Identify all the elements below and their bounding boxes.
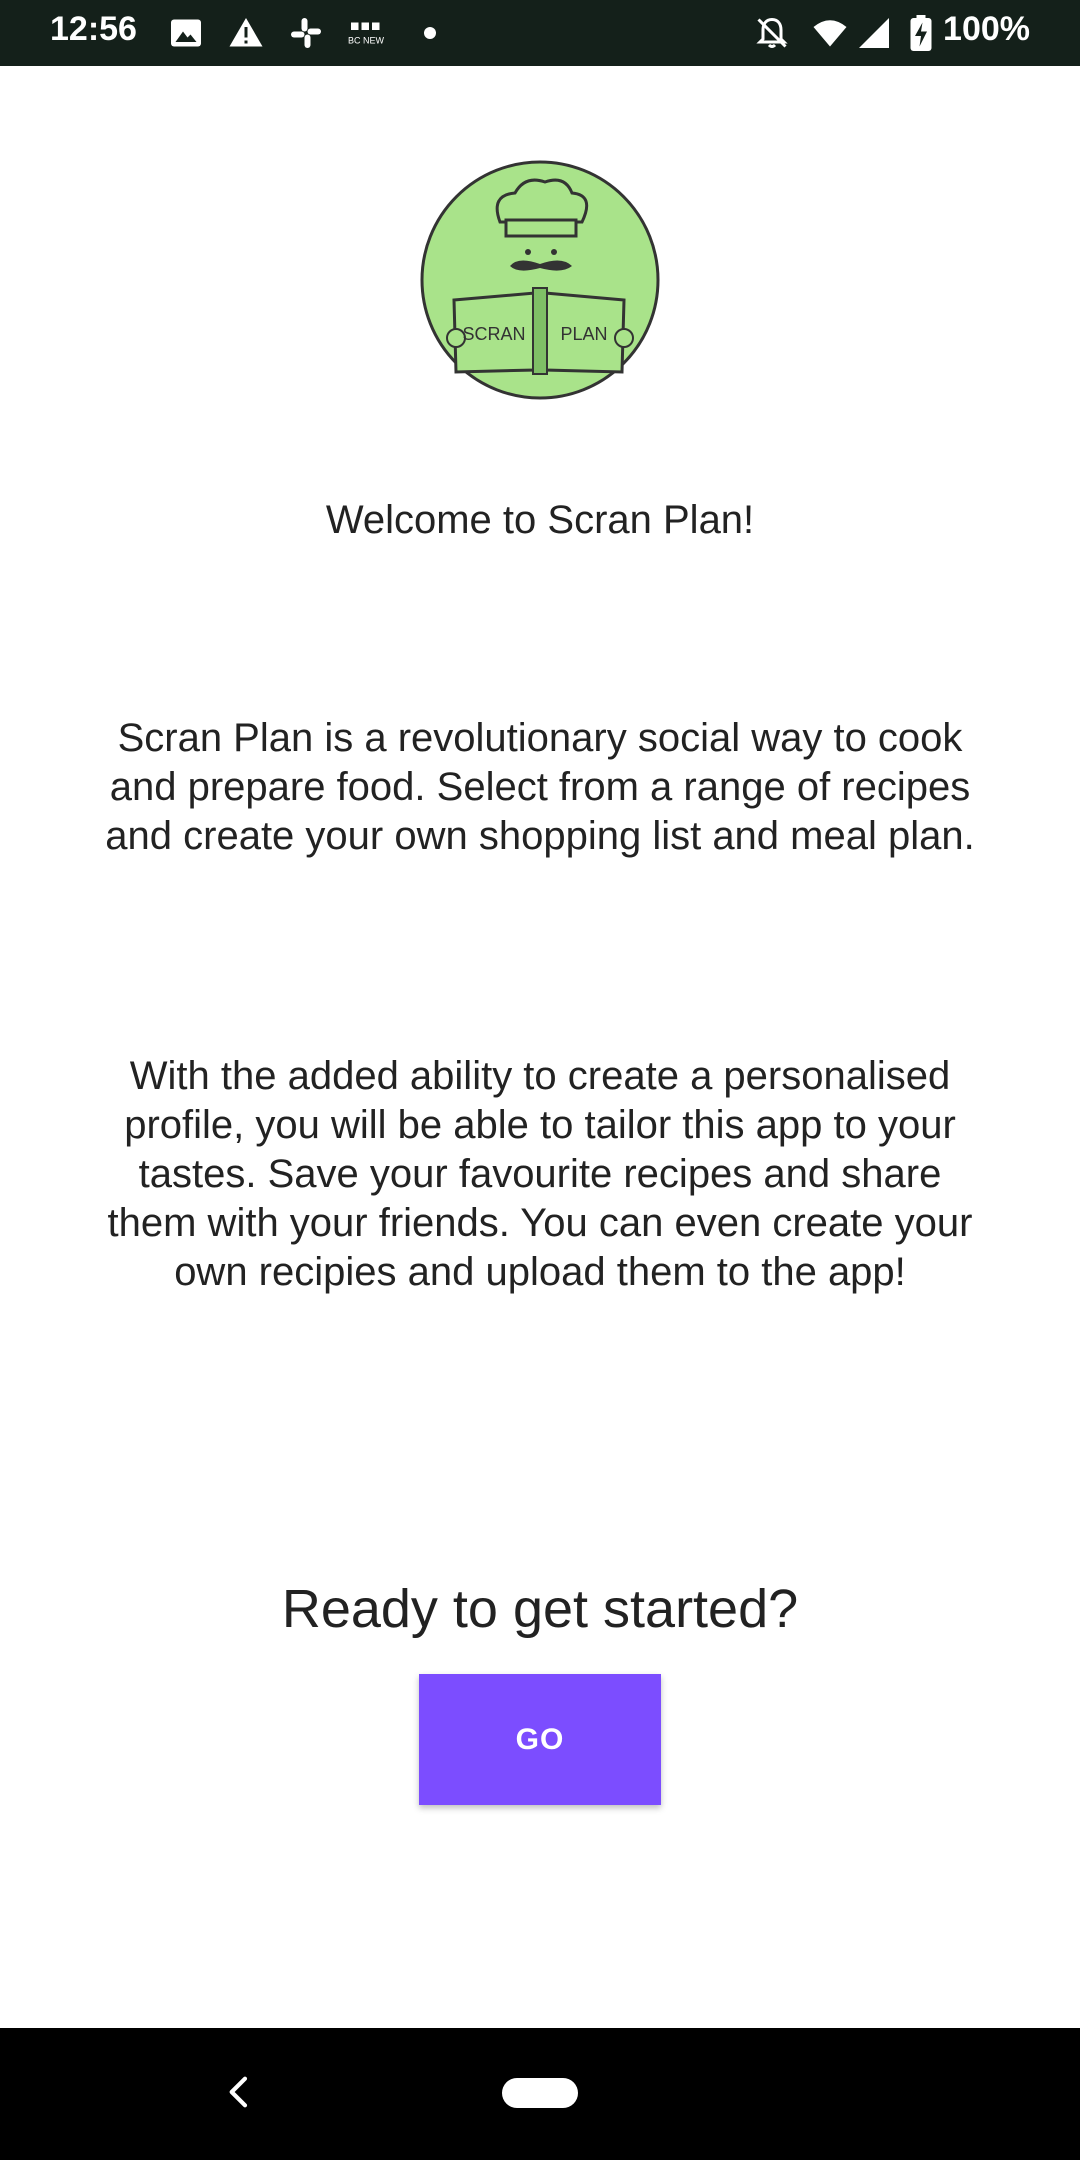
news-badge-text: BBC NEWS [348,36,384,46]
description-text: Scran Plan is a revolutionary social way… [105,716,975,858]
status-time: 12:56 [50,10,137,48]
signal-icon [859,18,889,48]
back-icon[interactable] [220,2072,260,2112]
home-pill-icon[interactable] [502,2078,578,2108]
status-bar: 12:56 BBC NEWS [0,0,1080,66]
ready-prompt: Ready to get started? [281,1579,799,1639]
logo-text-left: SCRAN [462,324,525,344]
warning-icon [229,18,263,47]
navigation-bar [0,2028,1080,2160]
bell-off-icon [756,17,788,48]
welcome-screen: 12:56 BBC NEWS [0,0,1080,2160]
dot-icon [424,27,436,39]
slack-icon [291,18,321,48]
battery-percentage: 100% [943,10,1030,48]
wifi-icon [813,20,847,47]
battery-charging-icon [910,15,932,51]
scran-plan-logo: SCRAN PLAN [420,160,660,400]
image-icon [171,19,201,47]
welcome-heading: Welcome to Scran Plan! [325,498,755,542]
features-text: With the added ability to create a perso… [107,1054,973,1294]
bbc-news-icon: BBC NEWS [348,22,384,46]
go-button[interactable]: GO [419,1674,661,1805]
logo-text-right: PLAN [560,324,607,344]
